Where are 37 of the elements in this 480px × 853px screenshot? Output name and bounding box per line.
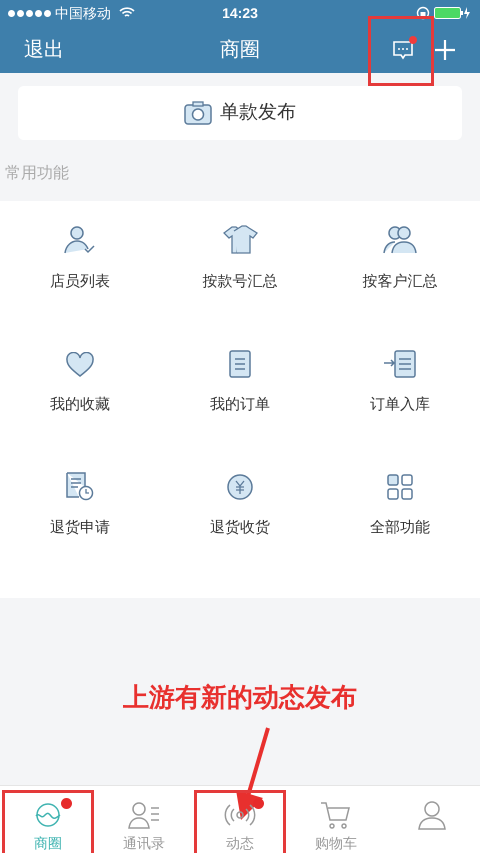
- feature-item[interactable]: 按款号汇总: [160, 215, 320, 338]
- clock-time: 14:23: [222, 4, 258, 22]
- grid-icon: [386, 473, 414, 501]
- page-title: 商圈: [220, 38, 260, 62]
- carrier-name: 中国移动: [55, 4, 111, 22]
- document-icon: [228, 350, 252, 378]
- annotation-text: 上游有新的动态发布: [123, 681, 357, 714]
- cart-icon: [319, 800, 353, 830]
- person-check-icon: [63, 225, 97, 255]
- yen-coin-icon: [226, 473, 254, 501]
- plus-icon: [434, 38, 456, 60]
- feature-item[interactable]: 店员列表: [0, 215, 160, 338]
- section-title: 常用功能: [4, 164, 70, 184]
- feature-item[interactable]: 我的收藏: [0, 338, 160, 461]
- highlight-frame: [368, 16, 434, 86]
- shirts-icon: [220, 225, 260, 255]
- message-button[interactable]: [392, 38, 414, 60]
- person-icon: [415, 800, 449, 830]
- camera-icon: [184, 101, 212, 125]
- document-clock-icon: [65, 471, 95, 501]
- feature-item[interactable]: 我的订单: [160, 338, 320, 461]
- feature-item[interactable]: 退货申请: [0, 461, 160, 584]
- people-icon: [382, 225, 418, 255]
- wifi-icon: [119, 7, 135, 19]
- chat-bubble-icon: [392, 38, 414, 60]
- heart-icon: [65, 352, 95, 378]
- feature-item[interactable]: 全部功能: [320, 461, 480, 584]
- publish-button[interactable]: 单款发布: [18, 86, 462, 140]
- add-button[interactable]: [434, 38, 456, 60]
- feature-item[interactable]: 退货收货: [160, 461, 320, 584]
- import-document-icon: [383, 350, 417, 378]
- contacts-icon: [127, 800, 161, 830]
- signal-icon: [8, 10, 51, 16]
- battery-icon: [434, 6, 472, 20]
- feature-item[interactable]: 按客户汇总: [320, 215, 480, 338]
- exit-button[interactable]: 退出: [24, 34, 64, 64]
- feature-item[interactable]: 订单入库: [320, 338, 480, 461]
